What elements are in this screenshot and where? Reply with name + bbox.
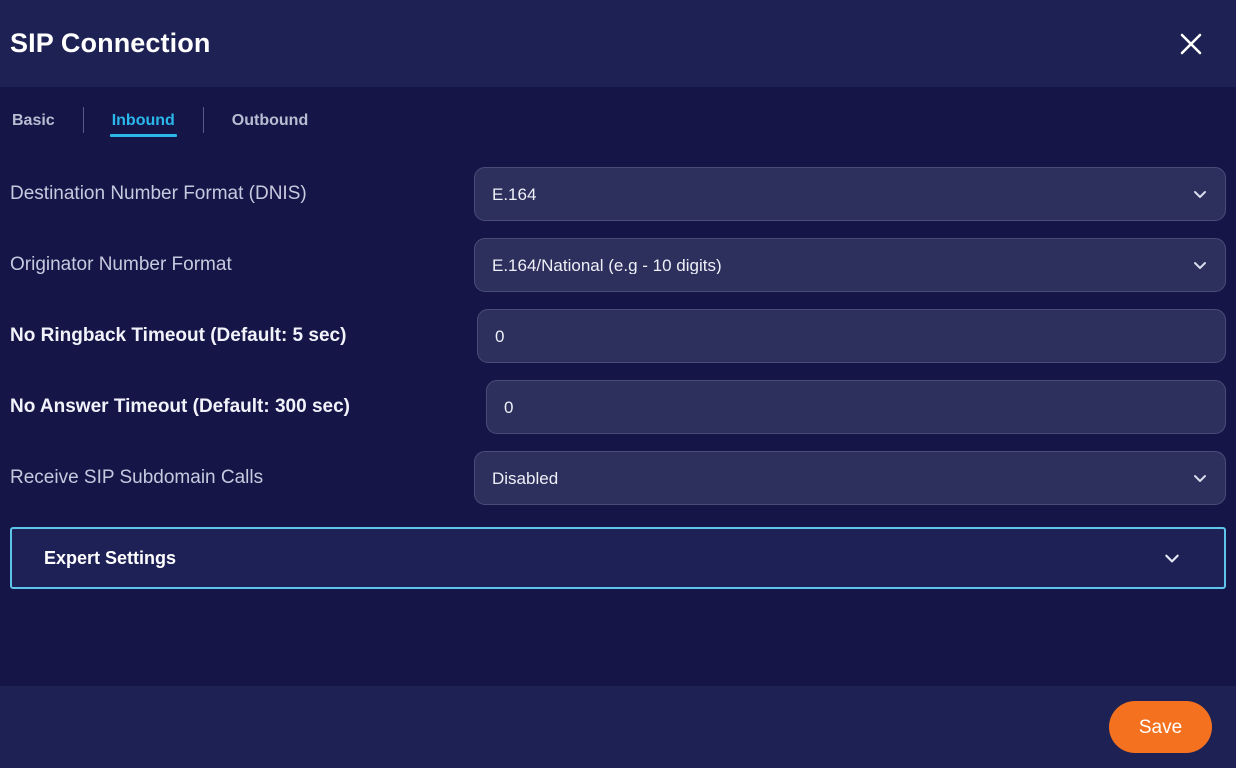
tab-bar: Basic Inbound Outbound xyxy=(10,87,1226,145)
save-button[interactable]: Save xyxy=(1109,701,1212,753)
inbound-settings-form: Destination Number Format (DNIS) E.164 O… xyxy=(10,159,1226,513)
form-field: E.164 xyxy=(474,167,1226,221)
form-row: No Ringback Timeout (Default: 5 sec) 0 xyxy=(10,301,1226,371)
dialog-footer: Save xyxy=(0,686,1236,768)
tab-basic[interactable]: Basic xyxy=(10,109,57,137)
tab-divider xyxy=(202,107,204,133)
form-field: Disabled xyxy=(474,451,1226,505)
destination-number-format-value: E.164 xyxy=(492,185,537,203)
originator-number-format-select[interactable]: E.164/National (e.g - 10 digits) xyxy=(474,238,1226,292)
tab-inbound-label: Inbound xyxy=(111,111,175,129)
destination-number-format-select[interactable]: E.164 xyxy=(474,167,1226,221)
chevron-down-icon xyxy=(1191,256,1209,274)
tab-outbound[interactable]: Outbound xyxy=(230,109,310,137)
tab-inbound[interactable]: Inbound xyxy=(109,109,177,138)
receive-sip-subdomain-calls-value: Disabled xyxy=(492,469,559,487)
tab-basic-label: Basic xyxy=(12,111,55,129)
chevron-down-icon xyxy=(1191,185,1209,203)
form-row: No Answer Timeout (Default: 300 sec) 0 xyxy=(10,372,1226,442)
no-answer-timeout-input[interactable]: 0 xyxy=(486,380,1226,434)
receive-sip-subdomain-calls-label: Receive SIP Subdomain Calls xyxy=(10,466,264,488)
chevron-down-icon xyxy=(1162,548,1182,568)
no-ringback-timeout-input[interactable]: 0 xyxy=(477,309,1226,363)
receive-sip-subdomain-calls-select[interactable]: Disabled xyxy=(474,451,1226,505)
page-title: SIP Connection xyxy=(10,28,211,58)
expert-settings-label: Expert Settings xyxy=(44,547,177,568)
dialog-body: Basic Inbound Outbound Destination Numbe… xyxy=(0,87,1236,686)
originator-number-format-label: Originator Number Format xyxy=(10,253,232,275)
form-row: Destination Number Format (DNIS) E.164 xyxy=(10,159,1226,229)
dialog-header: SIP Connection xyxy=(0,0,1236,87)
tab-divider xyxy=(82,107,84,133)
no-ringback-timeout-value: 0 xyxy=(495,327,505,345)
expert-settings-accordion[interactable]: Expert Settings xyxy=(10,527,1226,589)
tab-outbound-label: Outbound xyxy=(231,111,309,129)
originator-number-format-value: E.164/National (e.g - 10 digits) xyxy=(492,256,722,274)
no-answer-timeout-label: No Answer Timeout (Default: 300 sec) xyxy=(10,395,350,417)
close-icon[interactable] xyxy=(1170,23,1212,65)
no-answer-timeout-value: 0 xyxy=(504,398,514,416)
sip-connection-dialog: SIP Connection Basic Inbound Outbound De… xyxy=(0,0,1236,768)
chevron-down-icon xyxy=(1191,469,1209,487)
destination-number-format-label: Destination Number Format (DNIS) xyxy=(10,182,307,204)
form-row: Receive SIP Subdomain Calls Disabled xyxy=(10,443,1226,513)
form-row: Originator Number Format E.164/National … xyxy=(10,230,1226,300)
no-ringback-timeout-label: No Ringback Timeout (Default: 5 sec) xyxy=(10,324,347,346)
form-field: 0 xyxy=(486,380,1226,434)
form-field: E.164/National (e.g - 10 digits) xyxy=(474,238,1226,292)
form-field: 0 xyxy=(477,309,1226,363)
